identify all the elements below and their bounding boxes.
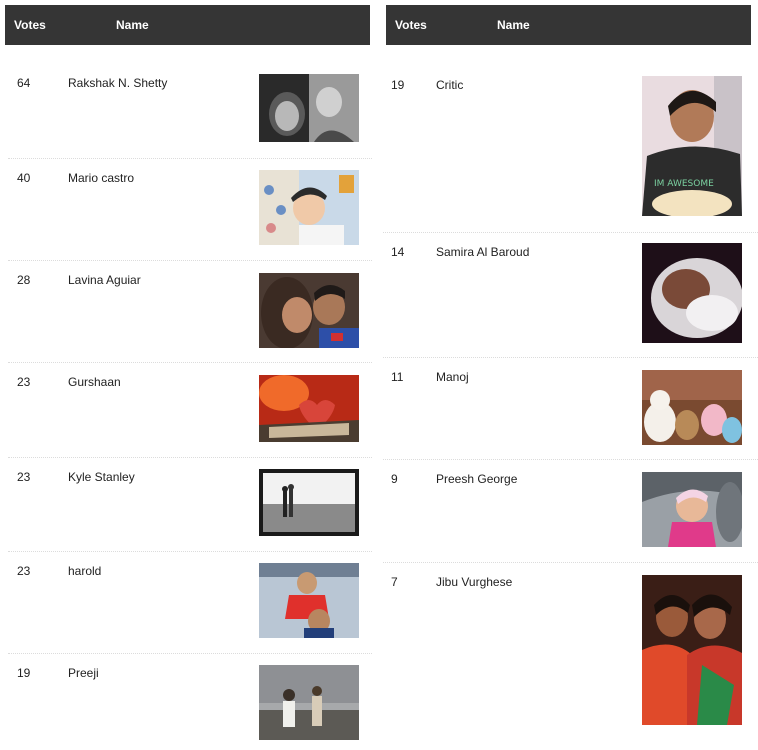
vote-count: 40 — [17, 171, 31, 185]
entrant-name[interactable]: Kyle Stanley — [68, 470, 135, 484]
vote-count: 64 — [17, 76, 31, 90]
entrant-name[interactable]: Lavina Aguiar — [68, 273, 141, 287]
entrant-name[interactable]: Rakshak N. Shetty — [68, 76, 167, 90]
table-row: 64 Rakshak N. Shetty — [8, 68, 372, 159]
table-row: 9 Preesh George — [383, 464, 758, 563]
entrant-name[interactable]: Jibu Vurghese — [436, 575, 512, 589]
vote-count: 19 — [391, 78, 405, 92]
entrant-name[interactable]: Gurshaan — [68, 375, 121, 389]
vote-count: 23 — [17, 470, 31, 484]
name-column-header[interactable]: Name — [497, 5, 530, 45]
table-header: Votes Name — [386, 5, 751, 45]
kiss-photo[interactable] — [259, 273, 359, 348]
name-column-header[interactable]: Name — [116, 5, 149, 45]
table-row: 40 Mario castro — [8, 163, 372, 261]
vote-count: 28 — [17, 273, 31, 287]
entrant-name[interactable]: Samira Al Baroud — [436, 245, 529, 259]
entrant-name[interactable]: Preeji — [68, 666, 99, 680]
couple-photo[interactable] — [259, 74, 359, 142]
boys-photo[interactable] — [259, 563, 359, 638]
heart-book-photo[interactable] — [259, 375, 359, 442]
vote-count: 11 — [391, 370, 404, 384]
table-row: 23 harold — [8, 556, 372, 654]
baby-car-photo[interactable] — [642, 472, 742, 547]
table-row: 11 Manoj — [383, 362, 758, 460]
vote-count: 19 — [17, 666, 31, 680]
beach-couple-photo[interactable] — [259, 469, 359, 536]
kids-beach-photo[interactable] — [259, 665, 359, 740]
vote-count: 14 — [391, 245, 405, 259]
entrant-name[interactable]: Manoj — [436, 370, 469, 384]
table-row: 7 Jibu Vurghese — [383, 567, 758, 750]
table-row: 19 Preeji — [8, 658, 372, 750]
votes-column-header[interactable]: Votes — [395, 5, 427, 45]
vote-count: 23 — [17, 564, 31, 578]
votes-column-header[interactable]: Votes — [14, 5, 46, 45]
svg-text:IM AWESOME: IM AWESOME — [654, 179, 714, 189]
table-row: 28 Lavina Aguiar — [8, 265, 372, 363]
father-baby-photo[interactable]: IM AWESOME — [642, 76, 742, 216]
table-row: 23 Kyle Stanley — [8, 462, 372, 552]
entrant-name[interactable]: Preesh George — [436, 472, 517, 486]
entrant-name[interactable]: harold — [68, 564, 101, 578]
vote-count: 9 — [391, 472, 398, 486]
newborn-photo[interactable] — [642, 243, 742, 343]
entrant-name[interactable]: Mario castro — [68, 171, 134, 185]
table-row: 23 Gurshaan — [8, 367, 372, 458]
vote-count: 23 — [17, 375, 31, 389]
entrant-name[interactable]: Critic — [436, 78, 463, 92]
baby-photo[interactable] — [259, 170, 359, 245]
mother-child-photo[interactable] — [642, 575, 742, 725]
table-header: Votes Name — [5, 5, 370, 45]
table-row: 19 Critic IM AWESOME — [383, 70, 758, 233]
vote-count: 7 — [391, 575, 398, 589]
table-row: 14 Samira Al Baroud — [383, 237, 758, 358]
teddy-bears-photo[interactable] — [642, 370, 742, 445]
